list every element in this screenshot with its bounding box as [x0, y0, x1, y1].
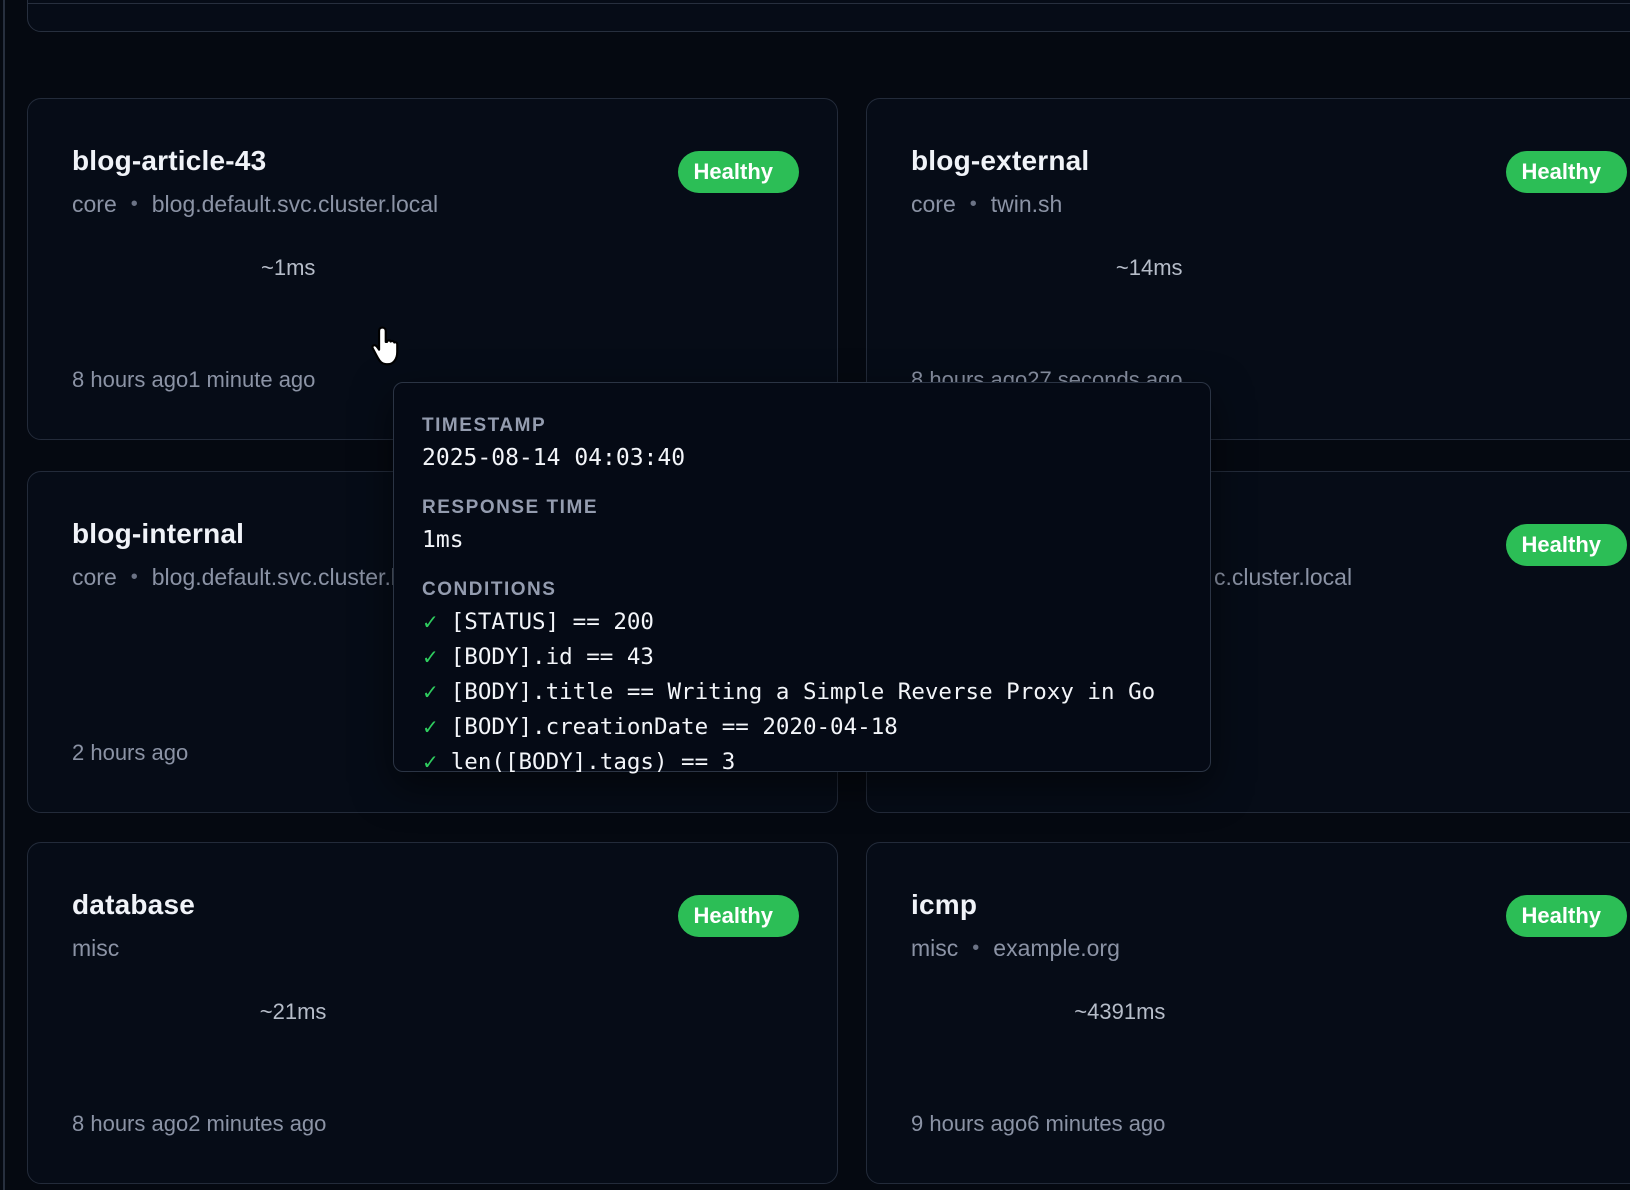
condition-row: ✓ len([BODY].tags) == 3 — [422, 749, 1182, 784]
status-badge-label: Healthy — [694, 159, 773, 185]
footer-newest-label: 1 minute ago — [188, 367, 315, 393]
subtitle-separator-icon: • — [131, 193, 138, 216]
response-time-label: ~4391ms — [911, 999, 1165, 1025]
condition-row: ✓ [STATUS] == 200 — [422, 609, 1182, 644]
uptime-bars — [911, 291, 1183, 357]
response-time-label: ~1ms — [72, 255, 315, 281]
endpoint-title: database — [72, 889, 195, 921]
uptime-footer: 8 hours ago 2 minutes ago — [72, 1111, 326, 1137]
check-icon: ✓ — [422, 680, 439, 705]
endpoint-card[interactable]: icmp misc • example.org Healthy ~4391ms … — [866, 842, 1630, 1184]
endpoint-subtitle: core • blog.default.svc.cluster.local — [72, 564, 438, 591]
subtitle-separator-icon: • — [970, 193, 977, 216]
top-partial-card[interactable] — [27, 0, 1630, 32]
condition-text: [BODY].creationDate == 2020-04-18 — [451, 714, 898, 740]
uptime-footer: 8 hours ago 1 minute ago — [72, 367, 315, 393]
endpoint-subtitle: misc — [72, 935, 119, 962]
top-card-divider — [28, 3, 1630, 5]
uptime-bars — [72, 664, 188, 730]
endpoint-address: example.org — [993, 935, 1120, 962]
status-badge: Healthy — [1506, 524, 1627, 566]
endpoint-card[interactable]: database misc Healthy ~21ms 8 hours ago … — [27, 842, 838, 1184]
uptime-strip: ~4391ms 9 hours ago 6 minutes ago — [911, 999, 1165, 1137]
hand-cursor-icon — [368, 326, 406, 368]
tooltip-response-time-label: RESPONSE TIME — [422, 497, 1182, 519]
check-icon: ✓ — [422, 715, 439, 740]
footer-oldest-label: 2 hours ago — [72, 740, 188, 766]
footer-newest-label: 6 minutes ago — [1027, 1111, 1165, 1137]
status-badge-label: Healthy — [1522, 532, 1601, 558]
check-icon: ✓ — [422, 750, 439, 775]
endpoint-title: icmp — [911, 889, 977, 921]
uptime-strip: ~1ms 8 hours ago 1 minute ago — [72, 255, 315, 393]
response-time-label: ~14ms — [911, 255, 1183, 281]
uptime-strip: ~14ms 8 hours ago 27 seconds ago — [911, 255, 1183, 393]
footer-oldest-label: 8 hours ago — [72, 367, 188, 393]
condition-text: len([BODY].tags) == 3 — [451, 749, 735, 775]
condition-row: ✓ [BODY].creationDate == 2020-04-18 — [422, 714, 1182, 749]
endpoint-address: blog.default.svc.cluster.local — [152, 191, 438, 218]
status-dashboard: { "page": { "bg": "#050911", "card_bg": … — [0, 0, 1630, 1190]
uptime-strip: 2 hours ago — [72, 628, 188, 766]
endpoint-title: blog-internal — [72, 518, 244, 550]
tooltip-response-time-value: 1ms — [422, 527, 1182, 553]
page-left-border — [3, 0, 5, 1190]
endpoint-group: core — [911, 191, 956, 218]
tooltip-timestamp-label: TIMESTAMP — [422, 415, 1182, 437]
response-time-label — [72, 628, 188, 654]
uptime-bars — [911, 1035, 1165, 1101]
endpoint-group: core — [72, 191, 117, 218]
endpoint-subtitle: misc • example.org — [911, 935, 1120, 962]
subtitle-separator-icon: • — [972, 937, 979, 960]
endpoint-subtitle: core • blog.default.svc.cluster.local — [72, 191, 438, 218]
footer-oldest-label: 8 hours ago — [72, 1111, 188, 1137]
status-badge-label: Healthy — [1522, 159, 1601, 185]
footer-newest-label: 2 minutes ago — [188, 1111, 326, 1137]
footer-oldest-label: 9 hours ago — [911, 1111, 1027, 1137]
endpoint-address-fragment: c.cluster.local — [1214, 564, 1352, 591]
status-badge: Healthy — [1506, 895, 1627, 937]
status-badge: Healthy — [1506, 151, 1627, 193]
conditions-list: ✓ [STATUS] == 200 ✓ [BODY].id == 43 ✓ [BODY].… — [422, 609, 1182, 784]
condition-text: [BODY].title == Writing a Simple Reverse… — [451, 679, 1155, 705]
status-badge-label: Healthy — [694, 903, 773, 929]
uptime-footer: 9 hours ago 6 minutes ago — [911, 1111, 1165, 1137]
endpoint-address: twin.sh — [991, 191, 1063, 218]
condition-row: ✓ [BODY].title == Writing a Simple Revers… — [422, 679, 1182, 714]
condition-text: [BODY].id == 43 — [451, 644, 654, 670]
endpoint-subtitle: core • twin.sh — [911, 191, 1062, 218]
endpoint-group: misc — [72, 935, 119, 962]
tooltip-conditions-label: CONDITIONS — [422, 579, 1182, 601]
tooltip-timestamp-value: 2025-08-14 04:03:40 — [422, 445, 1182, 471]
endpoint-title: blog-external — [911, 145, 1089, 177]
response-time-label: ~21ms — [72, 999, 326, 1025]
uptime-footer: 2 hours ago — [72, 740, 188, 766]
uptime-bars — [72, 291, 315, 357]
status-badge: Healthy — [678, 895, 799, 937]
status-bar-tooltip: TIMESTAMP 2025-08-14 04:03:40 RESPONSE T… — [393, 382, 1211, 772]
status-badge: Healthy — [678, 151, 799, 193]
check-icon: ✓ — [422, 610, 439, 635]
condition-row: ✓ [BODY].id == 43 — [422, 644, 1182, 679]
endpoint-group: core — [72, 564, 117, 591]
condition-text: [STATUS] == 200 — [451, 609, 654, 635]
subtitle-separator-icon: • — [131, 566, 138, 589]
status-badge-label: Healthy — [1522, 903, 1601, 929]
uptime-bars — [72, 1035, 326, 1101]
endpoint-group: misc — [911, 935, 958, 962]
uptime-strip: ~21ms 8 hours ago 2 minutes ago — [72, 999, 326, 1137]
check-icon: ✓ — [422, 645, 439, 670]
endpoint-title: blog-article-43 — [72, 145, 266, 177]
